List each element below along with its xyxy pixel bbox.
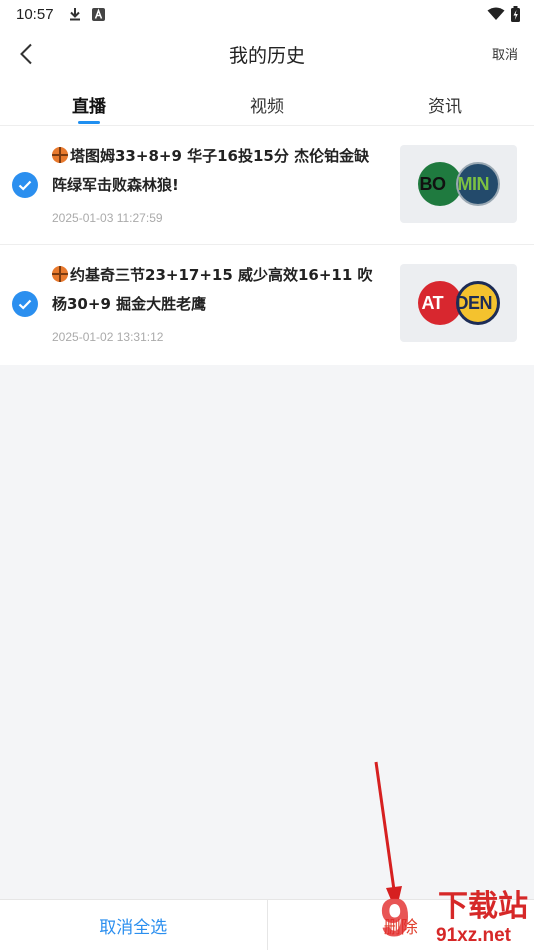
chevron-left-icon (20, 43, 32, 65)
header: 我的历史 取消 (0, 28, 534, 80)
item-thumbnail: AT DEN (400, 264, 517, 342)
item-date: 2025-01-02 13:31:12 (52, 330, 164, 344)
status-time: 10:57 (16, 5, 54, 23)
team-right-abbr: DEN (455, 293, 493, 313)
status-bar: 10:57 (0, 0, 534, 28)
watermark-title: 下载站 (438, 889, 528, 924)
watermark: 9 下载站 91xz.net (380, 888, 534, 950)
watermark-url: 91xz.net (436, 925, 511, 946)
battery-icon (511, 6, 520, 22)
history-list: 塔图姆33+8+9 华子16投15分 杰伦铂金缺阵绿军击败森林狼! 2025-0… (0, 126, 534, 365)
download-icon (69, 8, 80, 21)
item-title: 塔图姆33+8+9 华子16投15分 杰伦铂金缺阵绿军击败森林狼! (52, 147, 370, 194)
team-left-abbr: AT (421, 293, 444, 313)
basketball-icon (52, 266, 68, 282)
team-left-abbr: BO (419, 174, 447, 194)
item-thumbnail: BO MIN (400, 145, 517, 223)
checkmark-icon (18, 180, 32, 191)
team-right-abbr: MIN (457, 174, 490, 194)
tab-news[interactable]: 资讯 (356, 80, 534, 125)
tab-live[interactable]: 直播 (0, 80, 178, 125)
item-title: 约基奇三节23+17+15 威少高效16+11 吹杨30+9 掘金大胜老鹰 (52, 266, 373, 313)
cancel-button[interactable]: 取消 (492, 44, 518, 63)
checkbox-checked[interactable] (12, 172, 38, 198)
checkbox-checked[interactable] (12, 291, 38, 317)
tab-video[interactable]: 视频 (178, 80, 356, 125)
a-notification-icon (91, 7, 105, 21)
watermark-digit: 9 (380, 888, 411, 948)
page-title: 我的历史 (228, 44, 305, 67)
back-button[interactable] (12, 40, 40, 68)
list-item[interactable]: 塔图姆33+8+9 华子16投15分 杰伦铂金缺阵绿军击败森林狼! 2025-0… (0, 126, 534, 245)
checkmark-icon (18, 299, 32, 310)
basketball-icon (52, 147, 68, 163)
deselect-all-button[interactable]: 取消全选 (0, 900, 267, 950)
item-date: 2025-01-03 11:27:59 (52, 211, 163, 225)
wifi-icon (487, 7, 505, 20)
list-item[interactable]: 约基奇三节23+17+15 威少高效16+11 吹杨30+9 掘金大胜老鹰 20… (0, 245, 534, 365)
tab-bar: 直播 视频 资讯 (0, 80, 534, 126)
